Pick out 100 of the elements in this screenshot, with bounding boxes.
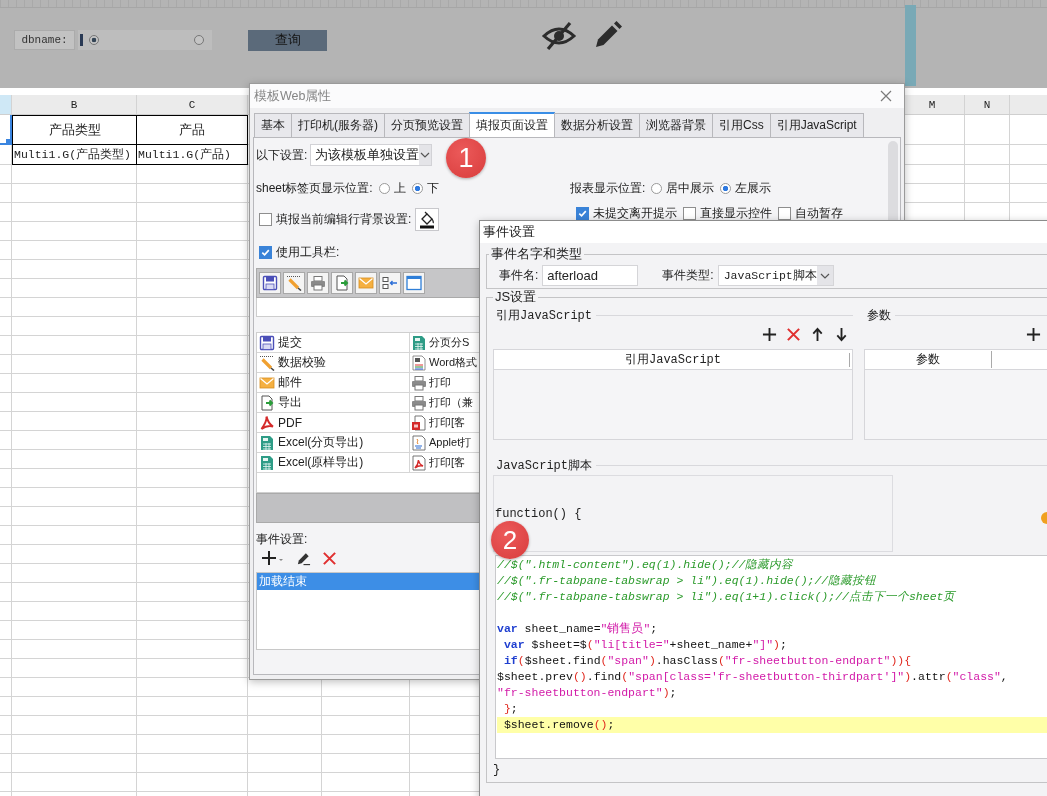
plus-caret-icon[interactable] bbox=[262, 550, 284, 566]
document-lines-icon bbox=[411, 434, 427, 451]
floppy-disk-icon[interactable] bbox=[259, 272, 281, 294]
tab[interactable]: 分页预览设置 bbox=[384, 113, 470, 137]
document-badge-icon bbox=[411, 414, 427, 431]
code-line: "fr-sheetbutton-endpart"); bbox=[497, 685, 677, 701]
tab[interactable]: 浏览器背景 bbox=[639, 113, 713, 137]
eye-slash-icon[interactable] bbox=[541, 21, 577, 51]
window-title: 模板Web属性 bbox=[254, 87, 332, 105]
field-label: 以下设置: bbox=[256, 146, 308, 164]
list-item[interactable]: 打印（兼 bbox=[410, 393, 479, 413]
radio-option[interactable]: 左展示 bbox=[720, 179, 772, 197]
list-item[interactable]: 提交 bbox=[257, 333, 410, 353]
checkbox-option[interactable]: 使用工具栏: bbox=[259, 243, 340, 261]
checkbox-option[interactable]: 自动暂存 bbox=[778, 205, 843, 222]
column-header[interactable]: B bbox=[12, 95, 137, 114]
checkbox-option[interactable]: 直接显示控件 bbox=[683, 205, 772, 222]
tab[interactable]: 基本 bbox=[254, 113, 292, 137]
section-label: 参数 bbox=[867, 306, 891, 324]
tab[interactable]: 引用Css bbox=[712, 113, 771, 137]
pencil-icon[interactable] bbox=[283, 272, 305, 294]
radio-option[interactable]: 上 bbox=[378, 179, 406, 197]
column-header[interactable]: 引用JavaScript bbox=[625, 351, 721, 368]
list-item[interactable]: 邮件 bbox=[257, 373, 410, 393]
checkbox-option[interactable]: 填报当前编辑行背景设置: bbox=[259, 211, 412, 228]
radio-icon[interactable] bbox=[651, 182, 663, 194]
plus-icon[interactable] bbox=[1026, 327, 1041, 342]
radio-icon[interactable] bbox=[194, 35, 204, 45]
section-label: 引用JavaScript bbox=[496, 307, 592, 324]
column-header[interactable]: 参数 bbox=[865, 351, 992, 368]
field-label: dbname: bbox=[14, 30, 75, 50]
radio-field[interactable] bbox=[78, 30, 212, 50]
fill-handle-icon[interactable] bbox=[6, 139, 10, 143]
field-label: sheet标签页显示位置: bbox=[256, 179, 373, 197]
pencil-icon bbox=[259, 354, 275, 371]
tab[interactable]: 填报页面设置 bbox=[469, 112, 555, 137]
radio-icon[interactable] bbox=[378, 182, 390, 194]
caret-icon bbox=[816, 266, 833, 285]
section-label: 事件设置: bbox=[256, 531, 308, 547]
field-label: 报表显示位置: bbox=[570, 179, 646, 197]
dropdown[interactable]: JavaScript脚本 bbox=[717, 265, 834, 286]
checkbox-icon[interactable] bbox=[683, 207, 696, 220]
spreadsheet-icon bbox=[259, 434, 275, 451]
radio-icon[interactable] bbox=[411, 182, 423, 194]
table-cell: Multi1.G(产品) bbox=[137, 145, 248, 165]
code-line: $sheet.prev().find("span[class='fr-sheetbutton-thirdpart']").attr("class", bbox=[497, 669, 1008, 685]
radio-option[interactable]: 下 bbox=[411, 179, 439, 197]
group-label: 事件名字和类型 bbox=[490, 246, 583, 262]
dropdown[interactable]: 为该模板单独设置 bbox=[310, 144, 433, 166]
list-item[interactable]: PDF bbox=[257, 413, 410, 433]
spreadsheet-icon bbox=[259, 454, 275, 471]
list-item[interactable]: 数据校验 bbox=[257, 353, 410, 373]
window-icon[interactable] bbox=[403, 272, 425, 294]
list-item[interactable]: 打印 bbox=[410, 373, 479, 393]
list-item[interactable]: 打印[客 bbox=[410, 453, 479, 473]
checkbox-icon[interactable] bbox=[259, 213, 272, 226]
radio-icon[interactable] bbox=[720, 182, 732, 194]
tab[interactable]: 打印机(服务器) bbox=[291, 113, 385, 137]
list-item[interactable]: Excel(分页导出) bbox=[257, 433, 410, 453]
checkbox-icon[interactable] bbox=[778, 207, 791, 220]
list-item[interactable]: Applet打 bbox=[410, 433, 479, 453]
selected-cell[interactable] bbox=[0, 115, 12, 145]
column-header[interactable]: C bbox=[137, 95, 248, 114]
list-item[interactable]: 分页分S bbox=[410, 333, 479, 353]
table-cell: 产品类型 bbox=[12, 115, 137, 145]
table-cell: 产品 bbox=[137, 115, 248, 145]
text-input[interactable]: afterload bbox=[542, 265, 639, 286]
code-line: if($sheet.find("span").hasClass("fr-sheetbutton-endpart")){ bbox=[502, 653, 912, 669]
pencil-icon[interactable] bbox=[593, 20, 623, 50]
list-item[interactable]: 导出 bbox=[257, 393, 410, 413]
page-arrow-icon bbox=[259, 394, 275, 411]
code-editor[interactable] bbox=[495, 555, 1047, 759]
tab[interactable]: 引用JavaScript bbox=[769, 113, 864, 137]
paint-bucket-button[interactable] bbox=[415, 208, 440, 231]
list-item[interactable]: Word格式 bbox=[410, 353, 479, 373]
plus-icon[interactable] bbox=[762, 327, 777, 342]
radio-option[interactable]: 居中展示 bbox=[651, 179, 715, 197]
list-item[interactable]: Excel(原样导出) bbox=[257, 453, 410, 473]
close-icon[interactable] bbox=[880, 90, 892, 102]
window-title: 事件设置 bbox=[483, 223, 535, 241]
pdf-icon bbox=[259, 414, 275, 431]
checkbox-option[interactable]: 未提交离开提示 bbox=[576, 205, 677, 222]
column-header[interactable]: N bbox=[965, 95, 1010, 114]
code-line: var $sheet=$("li[title="+sheet_name+"]"); bbox=[502, 637, 787, 653]
arrow-up-icon[interactable] bbox=[810, 327, 825, 342]
arrow-down-icon[interactable] bbox=[834, 327, 849, 342]
cross-icon[interactable] bbox=[786, 327, 801, 342]
envelope-icon bbox=[259, 374, 275, 391]
code-line: } bbox=[493, 762, 501, 778]
group-label: JS设置 bbox=[494, 289, 538, 305]
cross-icon[interactable] bbox=[322, 550, 337, 566]
text-cursor-icon bbox=[80, 34, 83, 46]
radio-icon[interactable] bbox=[89, 35, 99, 45]
tab[interactable]: 数据分析设置 bbox=[554, 113, 640, 137]
printer-icon[interactable] bbox=[307, 272, 329, 294]
list-item[interactable]: 打印[客 bbox=[410, 413, 479, 433]
code-line: }; bbox=[502, 701, 518, 717]
checkbox-icon[interactable] bbox=[259, 245, 272, 259]
checkbox-icon[interactable] bbox=[576, 207, 589, 220]
code-line: //$(".html-content").eq(1).hide();//隐藏内容 bbox=[497, 557, 794, 573]
